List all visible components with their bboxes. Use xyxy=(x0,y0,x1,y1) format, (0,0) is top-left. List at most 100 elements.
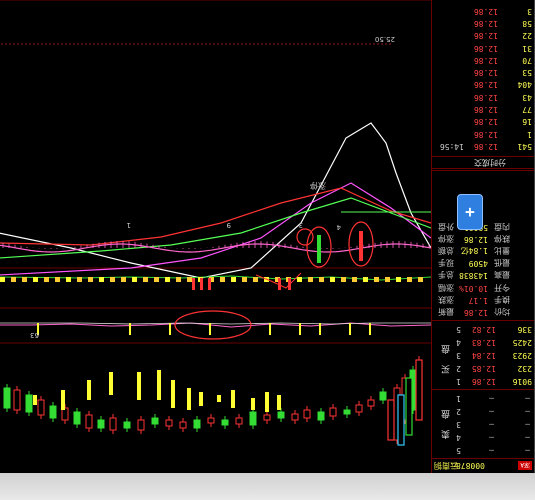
quote-label-2: 换手 xyxy=(494,294,510,304)
yellow-bar xyxy=(33,395,37,405)
quote-label: 总额 xyxy=(438,246,454,255)
indicator-square xyxy=(77,277,82,282)
yellow-bar xyxy=(109,372,113,395)
quote-label-2: 跌停 xyxy=(494,233,510,243)
indicator-square xyxy=(396,277,401,282)
buy-level-volume: 9016 xyxy=(512,377,532,386)
signal-bar xyxy=(359,231,363,261)
candle-body xyxy=(151,417,159,425)
lower-indicator-wave xyxy=(0,243,432,253)
candle-body xyxy=(343,409,351,415)
tick-row: 12.86 58 xyxy=(431,17,534,28)
candle-body xyxy=(379,391,387,401)
sell-level-price: — xyxy=(489,433,494,442)
quote-label-2: 最低 xyxy=(494,258,510,268)
stock-header: 000878 云南铜 深A xyxy=(431,458,534,473)
book-divider xyxy=(431,320,534,321)
large-candle xyxy=(387,399,395,441)
quote-label-2: 量比 xyxy=(494,246,510,255)
tick-price: 12.86 xyxy=(473,43,498,53)
quote-row: 最新 12.86 均价 xyxy=(431,306,534,317)
candle-body xyxy=(49,405,57,419)
buy-level-index: 5 xyxy=(456,325,461,334)
quote-label: 现手 xyxy=(438,258,454,268)
yellow-bar xyxy=(157,370,161,400)
tick-row: 12.86 404 xyxy=(431,79,534,90)
quote-value: 12.86 xyxy=(463,234,488,244)
tick-volume: 404 xyxy=(517,80,532,90)
indicator-square xyxy=(220,277,225,282)
yellow-bar xyxy=(87,380,91,400)
indicator-square xyxy=(33,277,38,282)
quote-label: 涨停 xyxy=(438,233,454,243)
yellow-bar xyxy=(171,380,175,408)
large-candle xyxy=(405,377,413,436)
candle-body xyxy=(165,419,173,427)
candle-body xyxy=(303,409,311,419)
tick-row: 12.86 70 xyxy=(431,54,534,65)
buy-level-volume: 336 xyxy=(517,325,532,334)
indicator-square xyxy=(407,277,412,282)
sell-level-price: — xyxy=(489,407,494,416)
tick-row: 12.86 77 xyxy=(431,103,534,114)
indicator-square xyxy=(319,277,324,282)
buy-level-row[interactable]: 5 12.82 336 xyxy=(431,323,534,334)
indicator-square xyxy=(297,277,302,282)
yellow-bar xyxy=(277,395,281,410)
limit-up-annotation: 涨停 xyxy=(310,181,326,191)
tick-volume: 16 xyxy=(522,117,532,127)
candle-body xyxy=(25,394,33,413)
marker-label: 4 xyxy=(336,223,341,231)
indicator-square xyxy=(143,277,148,282)
candlestick-chart[interactable]: 25.50 涨停 4 3 9 1 63 xyxy=(0,0,432,473)
indicator-square xyxy=(374,277,379,282)
sell-level-row[interactable]: 1 — — xyxy=(431,392,534,403)
tick-row: 12.86 22 xyxy=(431,29,534,40)
signal-bar xyxy=(317,235,321,263)
indicator-square xyxy=(231,277,236,282)
indicator-square xyxy=(132,277,137,282)
yellow-bar xyxy=(61,390,65,410)
sell-level-index: 4 xyxy=(456,433,461,442)
quote-row: 涨跌 1.17 换手 xyxy=(431,294,534,305)
indicator-red-bar xyxy=(208,278,211,290)
mobile-app-button[interactable] xyxy=(457,194,483,230)
candle-body xyxy=(109,417,117,431)
tick-volume: 541 xyxy=(517,142,532,151)
yellow-bar xyxy=(187,388,191,410)
candle-body xyxy=(207,417,215,424)
sell-level-index: 1 xyxy=(456,394,461,403)
yellow-bar xyxy=(137,372,141,400)
sell-level-index: 5 xyxy=(456,446,461,455)
marker-label: 3 xyxy=(299,221,303,229)
indicator-spike xyxy=(299,323,301,335)
quote-divider xyxy=(431,170,534,171)
ma-line-magenta xyxy=(0,182,432,276)
quote-label-2: 内盘 xyxy=(494,221,510,231)
indicator-spike xyxy=(209,323,211,335)
stock-name: 云南铜 xyxy=(434,461,458,471)
tick-volume: 3 xyxy=(527,6,532,16)
buy-level-volume: 2425 xyxy=(512,338,532,347)
candle-body xyxy=(221,419,229,426)
large-candle xyxy=(397,394,405,446)
sell-level-index: 2 xyxy=(456,407,461,416)
tick-volume: 1 xyxy=(527,129,532,139)
sell-level-volume: — xyxy=(525,446,530,455)
yellow-bar xyxy=(265,392,269,412)
indicator-square xyxy=(99,277,104,282)
sell-level-row[interactable]: 5 — — xyxy=(431,444,534,455)
quote-value: 1.17 xyxy=(468,295,488,305)
buy-side-label: 买盘 xyxy=(440,343,450,373)
quote-label: 涨跌 xyxy=(438,294,454,304)
ticks-header[interactable]: 分时成交 xyxy=(431,156,534,169)
yellow-bar xyxy=(217,395,221,402)
indicator-red-bar xyxy=(192,278,195,290)
date-label: 63 xyxy=(30,331,39,339)
sell-side-label: 卖盘 xyxy=(440,408,450,438)
marker-label: 1 xyxy=(127,221,131,229)
indicator-square xyxy=(22,277,27,282)
indicator-square xyxy=(66,277,71,282)
indicator-square xyxy=(121,277,126,282)
tick-volume: 70 xyxy=(522,55,532,65)
